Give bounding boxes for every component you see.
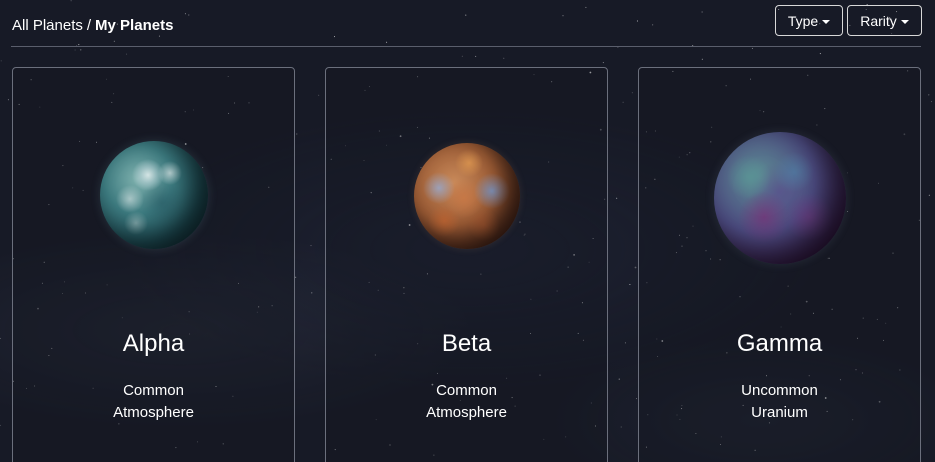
planet-card-beta[interactable]: Beta Common Atmosphere — [325, 67, 608, 462]
planet-type: Uranium — [751, 404, 808, 421]
planet-name: Beta — [441, 330, 492, 357]
star — [74, 49, 76, 51]
breadcrumb-separator: / — [86, 17, 92, 34]
rarity-filter-label: Rarity — [860, 12, 897, 29]
planet-card-gamma[interactable]: Gamma Uncommon Uranium — [638, 67, 921, 462]
star — [7, 99, 9, 101]
breadcrumb-all-planets-link[interactable]: All Planets — [12, 17, 83, 34]
caret-down-icon — [900, 19, 909, 24]
breadcrumb-current-page: My Planets — [95, 17, 174, 34]
star — [0, 337, 1, 339]
star — [701, 58, 703, 60]
star — [634, 266, 637, 269]
star — [931, 101, 932, 103]
planet-name: Alpha — [122, 330, 185, 357]
star — [503, 57, 505, 59]
planet-gamma-image — [713, 132, 846, 264]
type-filter-label: Type — [787, 12, 819, 29]
star — [310, 245, 312, 247]
star — [296, 133, 298, 135]
star — [461, 55, 463, 57]
type-filter-dropdown[interactable]: Type — [775, 5, 843, 36]
caret-down-icon — [822, 19, 831, 24]
star — [751, 47, 753, 49]
star — [616, 197, 618, 199]
star — [819, 53, 821, 55]
planet-rarity: Common — [123, 382, 184, 399]
star — [126, 53, 128, 55]
planet-image-wrapper — [639, 132, 920, 264]
star — [620, 426, 622, 428]
planet-name: Gamma — [736, 330, 823, 357]
breadcrumb: All Planets / My Planets — [12, 17, 173, 35]
planet-type: Atmosphere — [426, 404, 507, 421]
planet-image-wrapper — [326, 143, 607, 249]
star — [295, 276, 297, 278]
star — [602, 62, 604, 64]
star — [618, 378, 620, 380]
star — [622, 101, 624, 103]
planet-card-alpha[interactable]: Alpha Common Atmosphere — [12, 67, 295, 462]
star — [631, 92, 633, 94]
planet-image-wrapper — [13, 141, 294, 249]
star — [636, 398, 637, 400]
star — [928, 194, 930, 196]
star — [928, 94, 930, 96]
planet-rarity: Common — [436, 382, 497, 399]
star — [311, 292, 313, 294]
star — [629, 284, 631, 285]
planet-beta-image — [413, 143, 520, 249]
rarity-filter-dropdown[interactable]: Rarity — [847, 5, 922, 36]
star — [624, 342, 626, 344]
star — [80, 49, 82, 51]
planet-alpha-image — [99, 141, 208, 249]
header-bar: All Planets / My Planets Type Rarity — [0, 0, 935, 46]
star — [318, 94, 320, 96]
star — [475, 55, 477, 57]
star — [0, 424, 1, 426]
header-divider — [11, 46, 921, 47]
star — [0, 60, 2, 62]
planet-type: Atmosphere — [113, 404, 194, 421]
planet-rarity: Uncommon — [741, 382, 818, 399]
